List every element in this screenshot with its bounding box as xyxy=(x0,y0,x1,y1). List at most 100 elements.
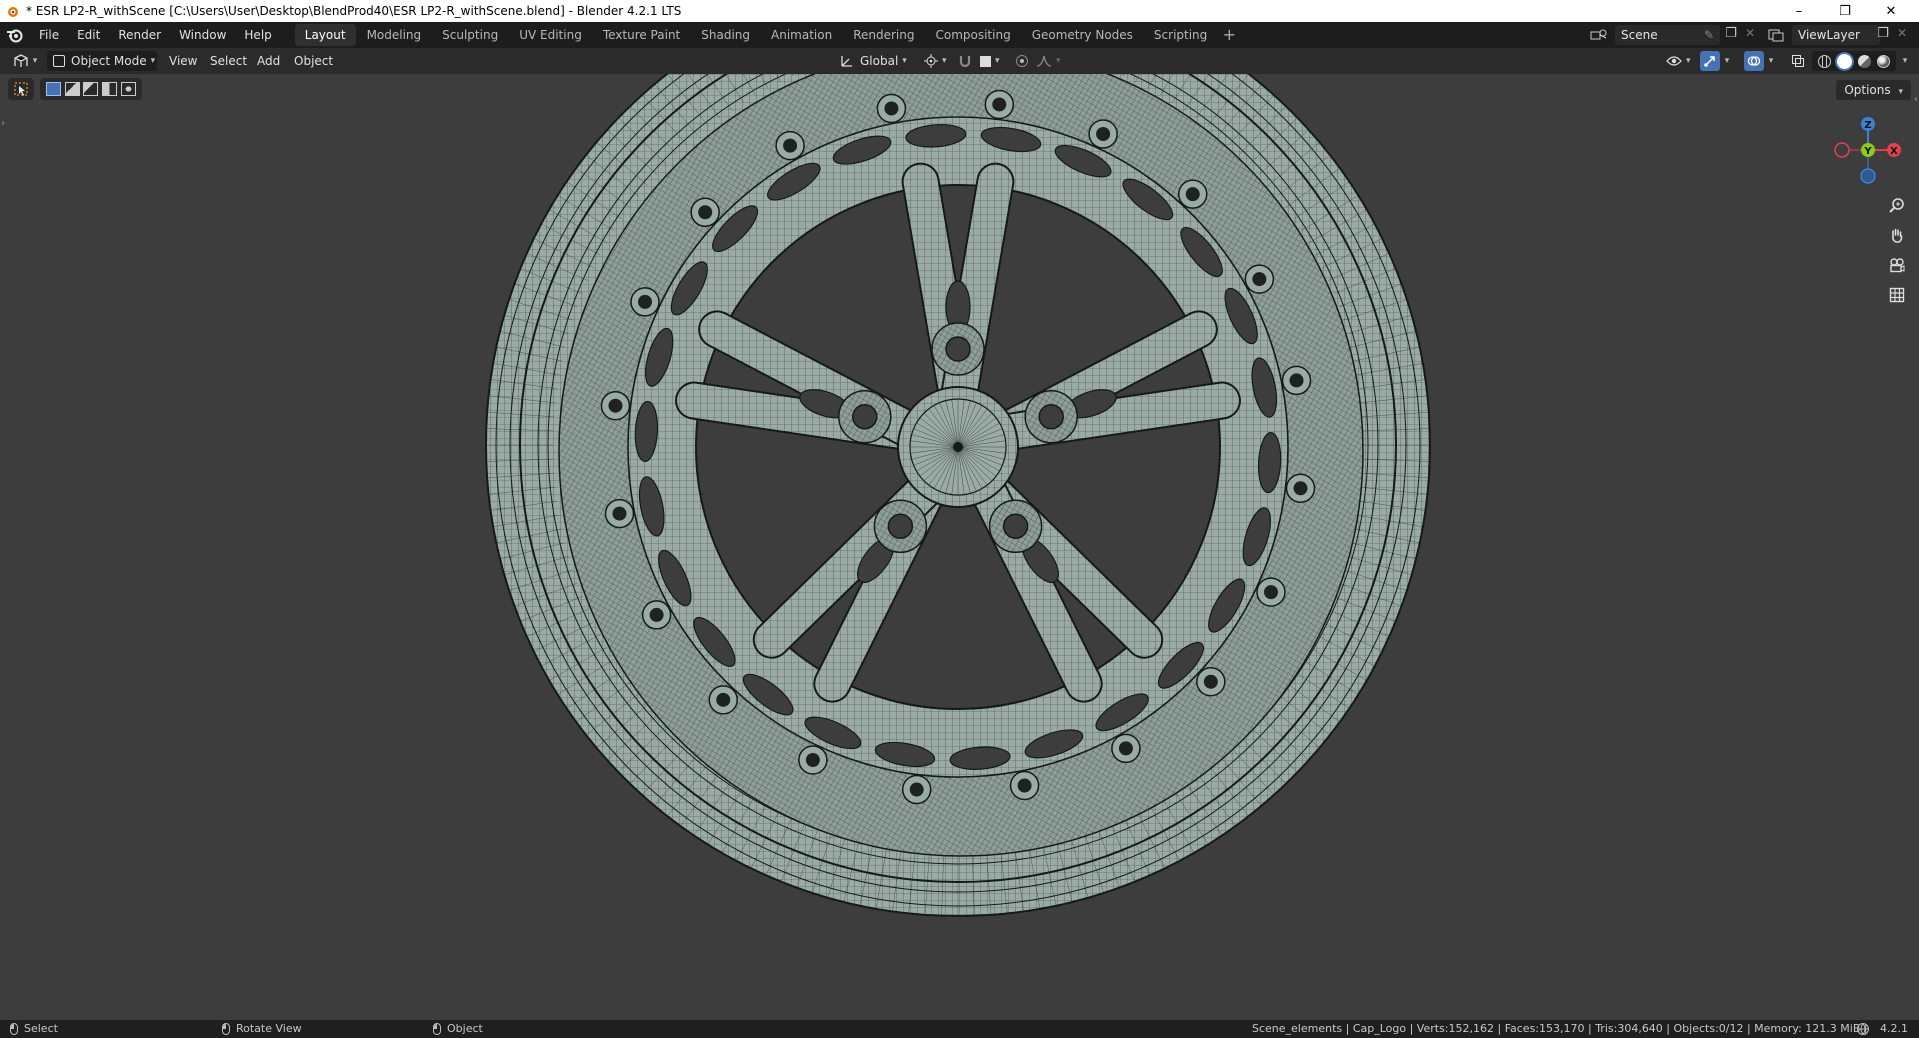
mode-dropdown[interactable]: Object Mode ▾ xyxy=(47,51,157,71)
delete-scene-icon[interactable]: ✕ xyxy=(1742,26,1758,44)
scene-selector-icon[interactable] xyxy=(1585,25,1613,45)
rim-bolt-hole xyxy=(1118,741,1133,756)
chevron-down-icon: ▾ xyxy=(902,56,907,66)
transform-orientation-dropdown[interactable]: Global ▾ xyxy=(838,51,914,71)
tab-modeling[interactable]: Modeling xyxy=(357,24,432,46)
proportional-edit-toggle[interactable] xyxy=(1014,51,1030,71)
overlays-dropdown[interactable]: ▾ xyxy=(1764,51,1778,71)
maximize-button[interactable]: ❐ xyxy=(1822,0,1868,22)
lug-nut-hole xyxy=(887,513,914,540)
rim-bolt-hole xyxy=(649,607,664,622)
tab-texture-paint[interactable]: Texture Paint xyxy=(593,24,690,46)
gizmo-toggle[interactable] xyxy=(1700,51,1720,71)
scene-statistics: Scene_elements | Cap_Logo | Verts:152,16… xyxy=(1252,1022,1868,1035)
chevron-down-icon: ▾ xyxy=(1056,56,1061,66)
middle-mouse-icon xyxy=(222,1023,230,1035)
top-bar: File Edit Render Window Help Layout Mode… xyxy=(0,22,1919,48)
3d-viewport[interactable]: › ‹ Options ▾ Z X Y xyxy=(0,74,1919,1020)
center-cap-pivot xyxy=(953,442,963,452)
rim-bolt-hole xyxy=(992,97,1007,112)
chevron-down-icon: ▾ xyxy=(150,56,156,66)
overlays-icon xyxy=(1747,56,1761,66)
xray-toggle[interactable] xyxy=(1788,51,1808,71)
rim-bolt-hole xyxy=(612,506,627,521)
editor-type-icon xyxy=(14,54,28,67)
visibility-dropdown[interactable]: ▾ xyxy=(1664,51,1694,71)
view-layer-selector-icon[interactable] xyxy=(1762,25,1790,45)
magnet-icon xyxy=(959,56,971,68)
shading-dropdown[interactable]: ▾ xyxy=(1898,51,1912,71)
solid-shading-icon[interactable] xyxy=(1837,53,1852,69)
proportional-falloff-dropdown[interactable]: ▾ xyxy=(1034,51,1062,71)
menu-render[interactable]: Render xyxy=(109,24,170,46)
scene-name-field[interactable]: Scene ✎ xyxy=(1615,25,1720,45)
window-title: * ESR LP2-R_withScene [C:\Users\User\Des… xyxy=(26,4,682,18)
tab-sculpting[interactable]: Sculpting xyxy=(432,24,508,46)
chevron-down-icon: ▾ xyxy=(1724,56,1730,66)
menu-select[interactable]: Select xyxy=(210,51,247,71)
menu-window[interactable]: Window xyxy=(170,24,235,46)
menu-help[interactable]: Help xyxy=(235,24,280,46)
proportional-edit-icon xyxy=(1016,55,1028,67)
view-layer-field[interactable]: ViewLayer xyxy=(1792,25,1880,45)
gizmo-icon xyxy=(1704,56,1715,67)
wheel-mesh-object[interactable] xyxy=(0,74,1919,1020)
status-bar: Select Rotate View Object Scene_elements… xyxy=(0,1020,1919,1038)
tab-geometry-nodes[interactable]: Geometry Nodes xyxy=(1022,24,1143,46)
snap-square-icon xyxy=(980,55,991,67)
gizmo-dropdown[interactable]: ▾ xyxy=(1720,51,1734,71)
menu-add[interactable]: Add xyxy=(257,51,280,71)
network-icon xyxy=(1856,1020,1870,1038)
orientation-axes-icon xyxy=(841,56,852,67)
pin-icon[interactable]: ✎ xyxy=(1704,28,1714,42)
editor-type-button[interactable]: ▾ xyxy=(8,51,42,71)
tab-scripting[interactable]: Scripting xyxy=(1144,24,1217,46)
delete-view-layer-icon[interactable]: ✕ xyxy=(1894,26,1910,44)
tab-layout[interactable]: Layout xyxy=(294,24,356,46)
pivot-point-dropdown[interactable]: ▾ xyxy=(922,51,952,71)
shading-mode-group xyxy=(1812,51,1896,71)
wireframe-shading-icon[interactable] xyxy=(1818,54,1831,68)
tab-uv-editing[interactable]: UV Editing xyxy=(509,24,592,46)
eye-icon xyxy=(1666,56,1682,66)
tab-rendering[interactable]: Rendering xyxy=(843,24,924,46)
blender-app-icon xyxy=(8,7,18,17)
pivot-icon xyxy=(924,54,938,68)
rim-bolt-hole xyxy=(1096,127,1111,142)
window-titlebar: * ESR LP2-R_withScene [C:\Users\User\Des… xyxy=(0,0,1919,22)
rim-bolt-hole xyxy=(909,782,924,797)
overlays-toggle[interactable] xyxy=(1744,51,1764,71)
chevron-down-icon: ▾ xyxy=(942,56,947,66)
minimize-button[interactable]: – xyxy=(1776,0,1822,22)
snap-target-dropdown[interactable]: ▾ xyxy=(978,51,1004,71)
blender-logo-icon[interactable] xyxy=(0,22,30,48)
menu-object[interactable]: Object xyxy=(294,51,333,71)
new-scene-icon[interactable]: ❐ xyxy=(1722,26,1740,44)
lug-nut-hole xyxy=(1002,513,1029,540)
mode-label: Object Mode xyxy=(71,54,147,68)
menu-file[interactable]: File xyxy=(30,24,68,46)
tab-compositing[interactable]: Compositing xyxy=(925,24,1020,46)
rim-bolt-hole xyxy=(1252,272,1267,287)
menu-edit[interactable]: Edit xyxy=(68,24,109,46)
status-left-click: Select xyxy=(24,1022,58,1035)
chevron-down-icon: ▾ xyxy=(995,56,1000,66)
right-mouse-icon xyxy=(433,1023,441,1035)
object-mode-icon xyxy=(53,55,65,67)
tab-animation[interactable]: Animation xyxy=(761,24,842,46)
tab-shading[interactable]: Shading xyxy=(691,24,760,46)
rim-bolt-hole xyxy=(638,294,653,309)
add-workspace-button[interactable]: + xyxy=(1218,24,1240,46)
rim-bolt-hole xyxy=(783,138,798,153)
new-view-layer-icon[interactable]: ❐ xyxy=(1874,26,1892,44)
rim-bolt-hole xyxy=(1289,373,1304,388)
close-window-button[interactable]: ✕ xyxy=(1868,0,1914,22)
material-shading-icon[interactable] xyxy=(1858,54,1871,68)
scene-name: Scene xyxy=(1621,28,1658,42)
lug-nut-hole xyxy=(1038,403,1064,430)
lug-nut-hole xyxy=(852,403,878,430)
rim-bolt-hole xyxy=(698,205,713,220)
menu-view[interactable]: View xyxy=(169,51,197,71)
snap-toggle[interactable] xyxy=(956,51,974,71)
rendered-shading-icon[interactable] xyxy=(1877,54,1890,68)
